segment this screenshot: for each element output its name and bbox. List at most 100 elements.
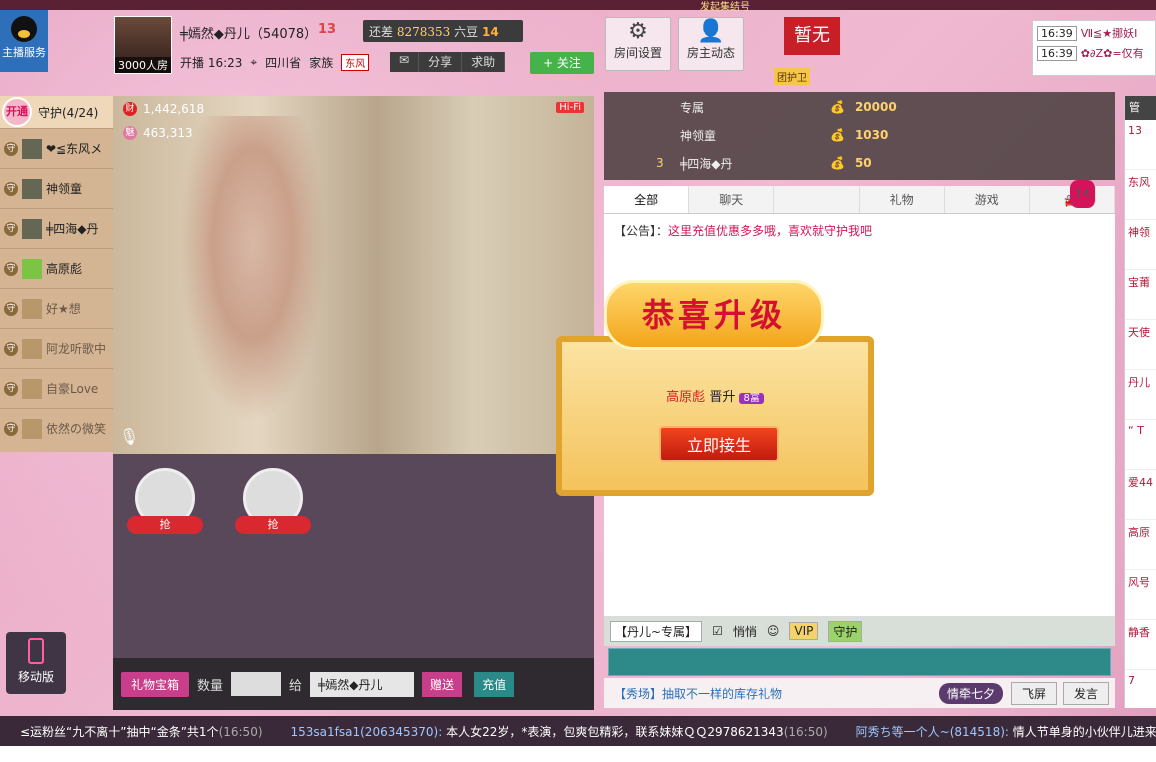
- user-icon: 👤: [697, 19, 725, 44]
- announcement-text[interactable]: 这里充值优惠多多哦，喜欢就守护我吧: [668, 224, 872, 238]
- host-feed-button[interactable]: 👤 房主动态: [678, 17, 744, 71]
- bottom-marquee: ≤运粉丝“九不离十”抽中“金条”共1个(16:50) 153sa1fsa1(20…: [0, 716, 1156, 746]
- user-list-header[interactable]: 管: [1125, 96, 1156, 120]
- send-gift-button[interactable]: 赠送: [422, 671, 463, 697]
- help-button[interactable]: 求助: [462, 52, 506, 72]
- qty-input[interactable]: [231, 672, 282, 696]
- love-button[interactable]: 情牵七夕: [938, 682, 1003, 704]
- ticker-row[interactable]: 16:39 ✿∂Z✿=仅有: [1033, 41, 1155, 61]
- recharge-button[interactable]: 充值: [474, 671, 515, 697]
- charm-icon: 魅: [123, 126, 137, 140]
- level-up-user: 高原彪: [666, 390, 706, 405]
- grab-seat-button[interactable]: 抢: [127, 516, 203, 534]
- grab-seat-button[interactable]: 抢: [235, 516, 311, 534]
- guard-item[interactable]: 守 神领童: [0, 168, 113, 208]
- guard-item[interactable]: 守 好★想: [0, 288, 113, 328]
- tab-all[interactable]: 全部: [604, 186, 690, 213]
- coin-icon: 💰: [830, 128, 845, 142]
- wealth-value: 1,442,618: [143, 102, 205, 116]
- list-item[interactable]: 风号: [1125, 570, 1156, 620]
- modal-title: 恭喜升级: [604, 280, 824, 350]
- host-service-tab[interactable]: 主播服务: [0, 10, 48, 72]
- mail-button[interactable]: ✉: [390, 52, 420, 72]
- coin-icon: 💰: [830, 156, 845, 170]
- rank-row[interactable]: 3 ╪四海◆丹 💰 50: [656, 150, 1096, 176]
- list-item[interactable]: 丹儿: [1125, 370, 1156, 420]
- marquee-user: 阿秀ち等一个人~(814518):: [855, 724, 1009, 739]
- start-time: 开播 16:23: [180, 56, 243, 70]
- vip-button[interactable]: VIP: [789, 622, 819, 640]
- guard-item[interactable]: 守 依然の微笑: [0, 408, 113, 448]
- host-avatar[interactable]: 3000人房: [114, 16, 172, 74]
- list-item[interactable]: 高原: [1125, 520, 1156, 570]
- guard-item[interactable]: 守 高原彪: [0, 248, 113, 288]
- share-button[interactable]: 分享: [419, 52, 463, 72]
- recipient-select[interactable]: ╪嫣然◆丹儿: [310, 671, 415, 697]
- emoji-icon[interactable]: ☺: [767, 624, 780, 638]
- guard-header: 开通 守护(4/24): [0, 96, 113, 128]
- fly-screen-button[interactable]: 飞屏: [1010, 681, 1057, 705]
- guard-panel: 开通 守护(4/24) 守 ❤≦东风メ 守神领童 守 ╪四海◆丹 守高原彪 守好★想…: [0, 96, 113, 452]
- marquee-item[interactable]: 阿秀ち等一个人~(814518): 情人节单身的小伙伴儿进来: [856, 723, 1156, 740]
- marquee-item[interactable]: 153sa1fsa1(206345370): 本人女22岁，*表演，包爽包精彩，…: [291, 723, 828, 740]
- list-item[interactable]: 东风: [1125, 170, 1156, 220]
- guard-item[interactable]: 守 自豪Love: [0, 368, 113, 408]
- avatar: [22, 378, 42, 399]
- avatar: [22, 138, 42, 159]
- guard-button[interactable]: 守护: [828, 620, 863, 642]
- guard-icon: 守: [4, 381, 18, 396]
- tab-gift[interactable]: 礼物: [860, 186, 945, 213]
- guard-icon: 守: [4, 301, 18, 316]
- guard-item[interactable]: 守 阿龙听歌中: [0, 328, 113, 368]
- list-item[interactable]: 7: [1125, 670, 1156, 708]
- clan-tag[interactable]: 东风: [341, 54, 370, 71]
- guard-item[interactable]: 守 ❤≦东风メ: [0, 128, 113, 168]
- send-message-button[interactable]: 发言: [1062, 681, 1109, 705]
- tab-blank[interactable]: [774, 186, 860, 213]
- top-promo[interactable]: 发起集结号: [700, 0, 750, 13]
- host-feed-label: 房主动态: [686, 46, 735, 60]
- marquee-item[interactable]: ≤运粉丝“九不离十”抽中“金条”共1个(16:50): [20, 723, 263, 740]
- rank-row[interactable]: 神领童 💰 1030: [656, 122, 1096, 148]
- ticker-row[interactable]: 16:39 Ⅶ≦★挪妖Ⅰ: [1033, 21, 1155, 41]
- chat-toolbar: 【丹儿~专属】 ☑ 悄悄 ☺ VIP 守护: [604, 616, 1115, 646]
- rank-no: 3: [656, 156, 664, 170]
- rank-name: 神领童: [680, 128, 717, 143]
- promo-link[interactable]: 【秀场】抽取不一样的库存礼物: [614, 685, 782, 702]
- open-guard-button[interactable]: 开通: [2, 97, 32, 127]
- tab-chat[interactable]: 聊天: [689, 186, 775, 213]
- follow-button[interactable]: + 关注: [530, 52, 594, 74]
- list-item[interactable]: “ T: [1125, 420, 1156, 470]
- guard-team-badge: 团护卫: [774, 68, 810, 85]
- live-video[interactable]: 财 1,442,618 魅 463,313 Hi-Fi 🎙: [113, 96, 594, 454]
- private-checkbox[interactable]: ☑: [712, 624, 723, 638]
- list-item[interactable]: 爱44: [1125, 470, 1156, 520]
- host-service-label: 主播服务: [2, 46, 46, 59]
- list-item[interactable]: 天使: [1125, 320, 1156, 370]
- avatar: [22, 218, 42, 239]
- list-item[interactable]: 宝莆: [1125, 270, 1156, 320]
- list-item[interactable]: 静香: [1125, 620, 1156, 670]
- host-level: 13: [318, 22, 337, 37]
- tab-car[interactable]: 🚘14: [1030, 180, 1116, 213]
- guard-icon: 守: [4, 341, 18, 356]
- charm-stat: 魅 463,313: [123, 126, 193, 140]
- chat-input[interactable]: [608, 648, 1111, 676]
- rank-row[interactable]: 专属 💰 20000: [656, 94, 1096, 120]
- level-up-message: 高原彪 晋升 8富: [562, 386, 868, 405]
- room-settings-button[interactable]: ⚙ 房间设置: [605, 17, 671, 71]
- user-list: 管 13 东风 神领 宝莆 天使 丹儿 “ T 爱44 高原 风号 静香 7: [1124, 96, 1156, 708]
- claim-button[interactable]: 立即接生: [659, 426, 779, 462]
- penguin-icon: [11, 16, 37, 42]
- mobile-version-button[interactable]: 移动版: [6, 632, 66, 694]
- list-item[interactable]: 神领: [1125, 220, 1156, 270]
- mic-icon[interactable]: 🎙: [119, 427, 139, 446]
- chat-target[interactable]: 【丹儿~专属】: [610, 620, 703, 642]
- guard-name: ❤≦东风メ: [46, 142, 103, 156]
- avatar: [22, 418, 42, 439]
- gift-box-button[interactable]: 礼物宝箱: [121, 671, 190, 697]
- list-item[interactable]: 13: [1125, 120, 1156, 170]
- tab-game[interactable]: 游戏: [945, 186, 1030, 213]
- ticker-time: 16:39: [1037, 25, 1077, 41]
- guard-item[interactable]: 守 ╪四海◆丹: [0, 208, 113, 248]
